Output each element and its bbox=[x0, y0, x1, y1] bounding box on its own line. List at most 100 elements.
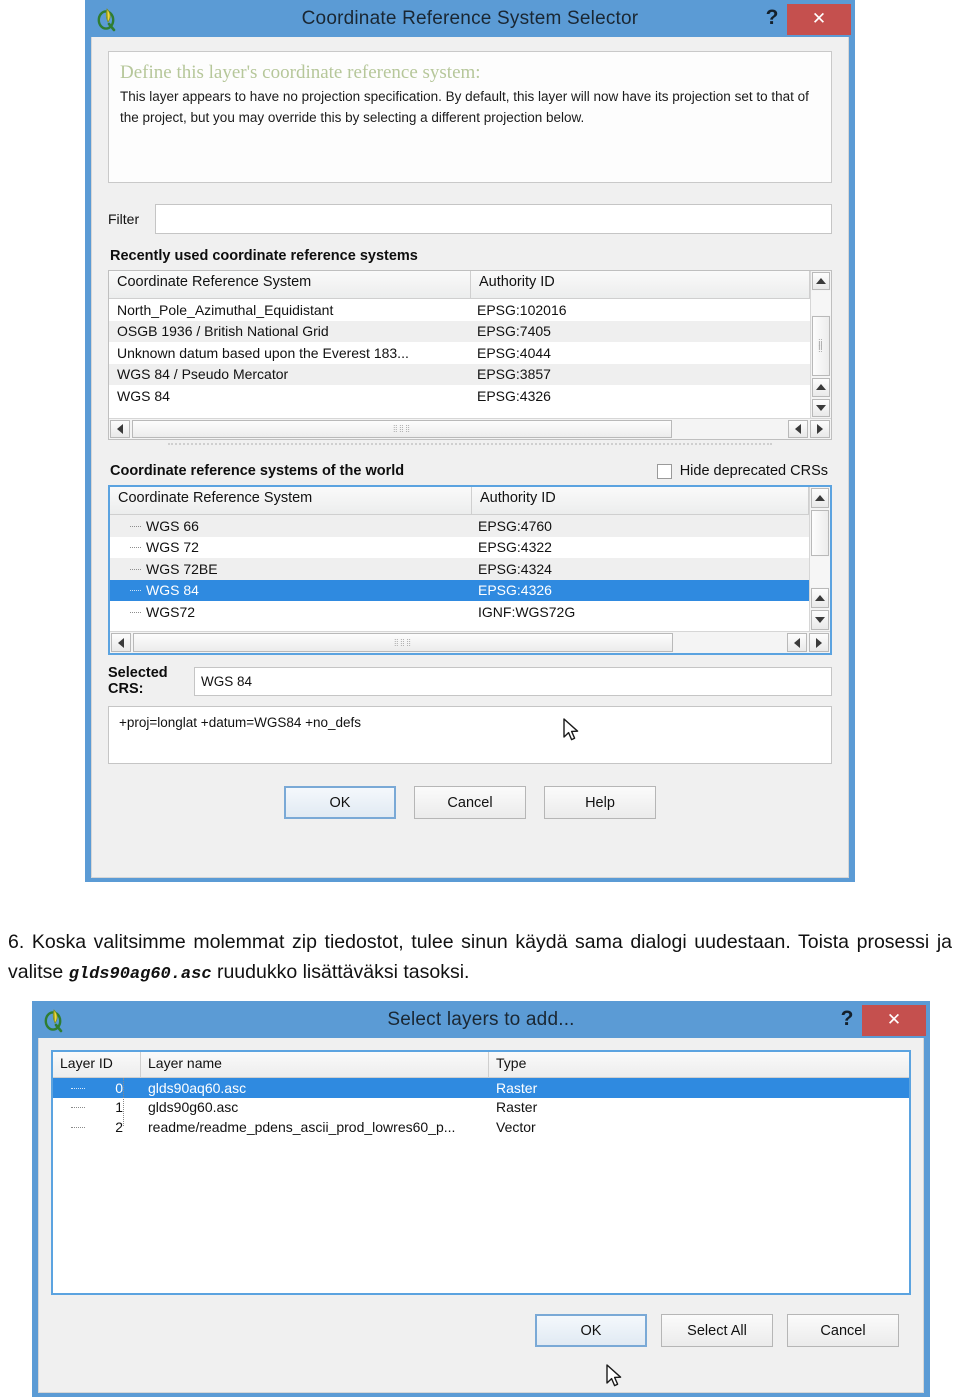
world-crs-horizontal-scrollbar[interactable]: ⣿⣿⣿ bbox=[110, 631, 830, 653]
recent-crs-name: Unknown datum based upon the Everest 183… bbox=[117, 344, 409, 361]
world-crs-authority: EPSG:4760 bbox=[478, 517, 552, 534]
hscroll-track[interactable] bbox=[674, 632, 786, 653]
table-row-selected[interactable]: WGS 84 EPSG:4326 bbox=[110, 579, 809, 601]
layer-id: 0 bbox=[53, 1080, 141, 1096]
table-row[interactable]: North_Pole_Azimuthal_Equidistant EPSG:10… bbox=[109, 299, 810, 321]
hscroll-thumb[interactable]: ⣿⣿⣿ bbox=[133, 633, 673, 652]
recent-crs-tree[interactable]: Coordinate Reference System Authority ID… bbox=[108, 270, 832, 440]
hscroll-thumb[interactable]: ⣿⣿⣿ bbox=[132, 419, 672, 438]
world-crs-name: WGS72 bbox=[110, 604, 472, 620]
qgis-icon bbox=[41, 1007, 67, 1033]
recent-crs-authority: EPSG:4326 bbox=[477, 387, 551, 404]
hide-deprecated-checkbox-row[interactable]: Hide deprecated CRSs bbox=[656, 463, 828, 479]
layers-dialog-window-controls: ? ✕ bbox=[832, 1002, 929, 1038]
table-row[interactable]: WGS 84 EPSG:4326 bbox=[109, 385, 810, 407]
recent-crs-name: WGS 84 bbox=[117, 387, 170, 404]
scroll-up-icon-2[interactable] bbox=[812, 378, 830, 397]
scroll-track-top[interactable] bbox=[811, 291, 831, 316]
table-row[interactable]: 2 readme/readme_pdens_ascii_prod_lowres6… bbox=[53, 1117, 909, 1137]
scroll-down-icon[interactable] bbox=[811, 610, 829, 630]
scroll-left-icon-2[interactable] bbox=[788, 419, 808, 438]
recent-crs-authority: EPSG:3857 bbox=[477, 366, 551, 383]
recent-col-authority[interactable]: Authority ID bbox=[471, 271, 810, 298]
ok-button[interactable]: OK bbox=[535, 1314, 647, 1347]
selected-crs-value[interactable]: WGS 84 bbox=[194, 666, 832, 696]
mouse-cursor bbox=[605, 1363, 625, 1391]
recent-crs-header: Coordinate Reference System Authority ID bbox=[109, 271, 810, 299]
layers-table[interactable]: Layer ID Layer name Type 0 glds90aq60.as… bbox=[51, 1050, 911, 1295]
qgis-icon bbox=[94, 6, 120, 32]
layer-id: 1 bbox=[53, 1099, 141, 1115]
select-all-button[interactable]: Select All bbox=[661, 1314, 773, 1347]
cancel-button[interactable]: Cancel bbox=[414, 786, 526, 819]
crs-dialog-title: Coordinate Reference System Selector bbox=[301, 8, 639, 29]
world-crs-tree[interactable]: Coordinate Reference System Authority ID… bbox=[108, 485, 832, 655]
help-icon[interactable]: ? bbox=[757, 7, 787, 31]
table-row[interactable]: WGS 84 / Pseudo Mercator EPSG:3857 bbox=[109, 363, 810, 385]
scroll-left-icon[interactable] bbox=[111, 633, 131, 652]
recent-crs-authority: EPSG:7405 bbox=[477, 323, 551, 340]
filename-code: glds90ag60.asc bbox=[68, 964, 212, 984]
world-crs-authority: EPSG:4324 bbox=[478, 560, 552, 577]
layer-name: glds90g60.asc bbox=[148, 1099, 239, 1116]
world-col-crs[interactable]: Coordinate Reference System bbox=[110, 487, 472, 514]
cancel-button[interactable]: Cancel bbox=[787, 1314, 899, 1347]
scroll-left-icon-2[interactable] bbox=[787, 633, 807, 652]
recent-crs-horizontal-scrollbar[interactable]: ⣿⣿⣿ bbox=[109, 417, 831, 439]
world-crs-name: WGS 84 bbox=[110, 582, 472, 599]
world-crs-name: WGS 72 bbox=[110, 539, 472, 555]
layer-id: 2 bbox=[53, 1119, 141, 1135]
layers-dialog-titlebar: Select layers to add... ? ✕ bbox=[33, 1002, 929, 1038]
selected-crs-label: Selected CRS: bbox=[108, 665, 168, 697]
layers-table-header: Layer ID Layer name Type bbox=[53, 1052, 909, 1078]
world-crs-rows: WGS 66 EPSG:4760 WGS 72 EPSG:4322 WGS 72… bbox=[110, 515, 809, 631]
recent-crs-vertical-scrollbar[interactable]: ⣿ ⣿ ⣿ bbox=[810, 271, 831, 418]
table-row[interactable]: WGS72 IGNF:WGS72G bbox=[110, 601, 809, 623]
col-layer-name[interactable]: Layer name bbox=[141, 1052, 489, 1077]
table-row[interactable]: OSGB 1936 / British National Grid EPSG:7… bbox=[109, 320, 810, 342]
scroll-up-icon-2[interactable] bbox=[811, 588, 829, 608]
table-row[interactable]: WGS 66 EPSG:4760 bbox=[110, 515, 809, 537]
scroll-up-icon[interactable] bbox=[812, 272, 830, 291]
world-crs-authority: EPSG:4322 bbox=[478, 539, 552, 556]
scroll-thumb[interactable]: ⣿ ⣿ ⣿ bbox=[812, 316, 830, 377]
scroll-right-icon[interactable] bbox=[809, 633, 829, 652]
hscroll-track[interactable] bbox=[673, 419, 787, 439]
filter-label: Filter bbox=[108, 211, 140, 227]
table-row[interactable]: Unknown datum based upon the Everest 183… bbox=[109, 342, 810, 364]
scroll-right-icon[interactable] bbox=[810, 419, 830, 438]
tree-separator bbox=[168, 443, 772, 449]
scroll-thumb[interactable] bbox=[811, 510, 829, 556]
scroll-left-icon[interactable] bbox=[110, 419, 130, 438]
crs-dialog-window-controls: ? ✕ bbox=[757, 1, 854, 37]
table-row[interactable]: WGS 72BE EPSG:4324 bbox=[110, 558, 809, 580]
selected-crs-row: Selected CRS: WGS 84 bbox=[108, 665, 832, 697]
table-row[interactable]: 1 glds90g60.asc Raster bbox=[53, 1098, 909, 1118]
col-layer-id[interactable]: Layer ID bbox=[53, 1052, 141, 1077]
world-crs-vertical-scrollbar[interactable] bbox=[809, 487, 830, 631]
filter-row: Filter bbox=[108, 204, 832, 234]
world-crs-authority: EPSG:4326 bbox=[478, 582, 552, 599]
table-row-selected[interactable]: 0 glds90aq60.asc Raster bbox=[53, 1078, 909, 1098]
hide-deprecated-checkbox[interactable] bbox=[656, 463, 672, 479]
instruction-paragraph: 6. Koska valitsimme molemmat zip tiedost… bbox=[8, 928, 952, 987]
scroll-up-icon[interactable] bbox=[811, 488, 829, 508]
close-icon[interactable]: ✕ bbox=[787, 3, 851, 35]
col-type[interactable]: Type bbox=[489, 1052, 909, 1077]
scroll-track-bottom[interactable] bbox=[810, 557, 830, 587]
recent-col-crs[interactable]: Coordinate Reference System bbox=[109, 271, 471, 298]
paragraph-part2: ruudukko lisättäväksi tasoksi. bbox=[211, 960, 470, 983]
close-icon[interactable]: ✕ bbox=[862, 1004, 926, 1036]
recent-crs-rows: North_Pole_Azimuthal_Equidistant EPSG:10… bbox=[109, 299, 810, 418]
filter-input[interactable] bbox=[155, 204, 832, 234]
crs-description-panel: Define this layer's coordinate reference… bbox=[108, 51, 832, 183]
layer-type: Raster bbox=[496, 1079, 538, 1096]
ok-button[interactable]: OK bbox=[284, 786, 396, 819]
help-button[interactable]: Help bbox=[544, 786, 656, 819]
world-col-authority[interactable]: Authority ID bbox=[472, 487, 809, 514]
scroll-down-icon[interactable] bbox=[812, 398, 830, 417]
page-root: Coordinate Reference System Selector ? ✕… bbox=[0, 0, 960, 1399]
layers-dialog-title: Select layers to add... bbox=[387, 1009, 575, 1030]
table-row[interactable]: WGS 72 EPSG:4322 bbox=[110, 537, 809, 559]
help-icon[interactable]: ? bbox=[832, 1008, 862, 1032]
